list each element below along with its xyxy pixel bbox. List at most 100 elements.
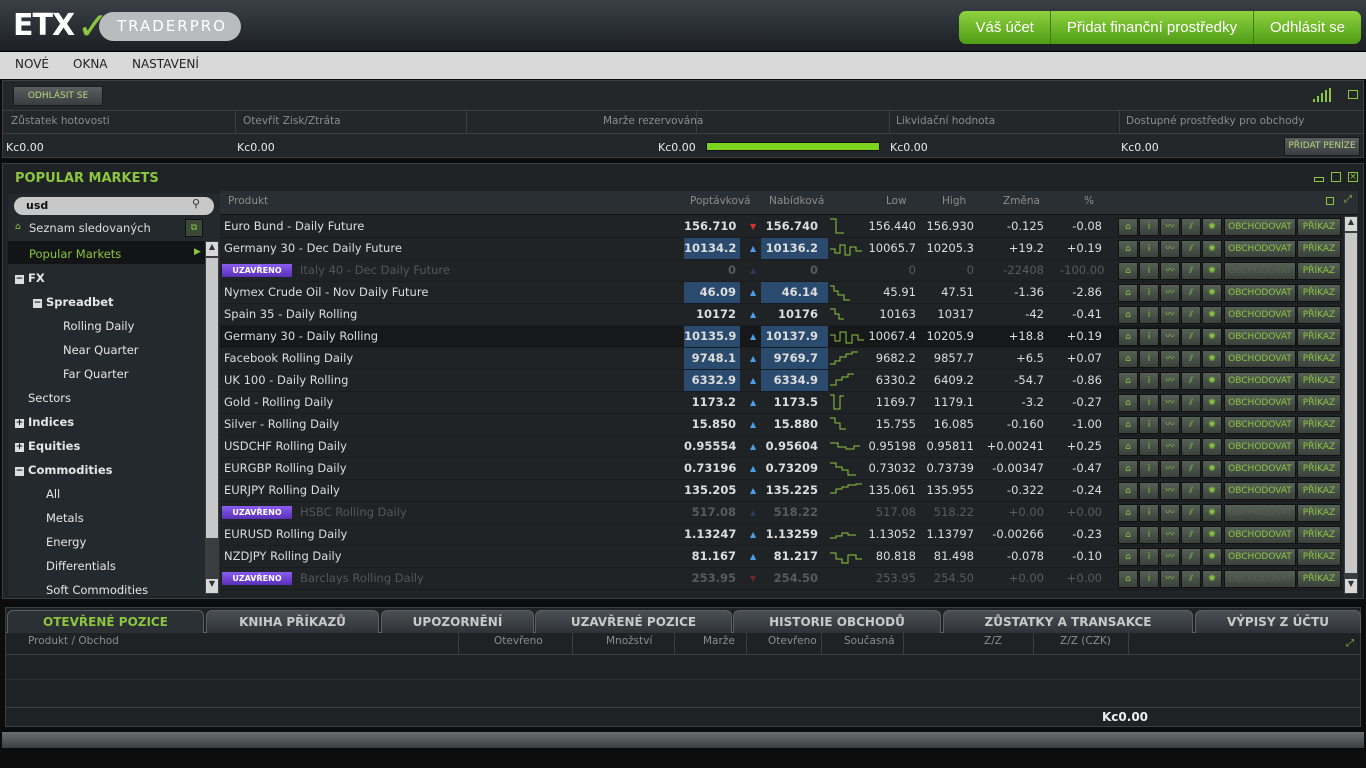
grid-settings-icon[interactable]: [1326, 197, 1334, 205]
ask-price[interactable]: 0.95604: [761, 436, 828, 457]
alert-icon[interactable]: ✺: [1202, 482, 1222, 500]
bid-price[interactable]: 1173.2: [684, 392, 740, 413]
close-panel-icon[interactable]: ×: [1348, 172, 1358, 182]
alert-icon[interactable]: ✺: [1202, 284, 1222, 302]
lock-icon[interactable]: ⌂: [1118, 218, 1138, 236]
tree-item-near-quarter[interactable]: Near Quarter: [63, 343, 139, 357]
menu-settings[interactable]: NASTAVENÍ: [132, 57, 199, 71]
info-icon[interactable]: i: [1139, 284, 1159, 302]
collapse-icon[interactable]: −: [33, 299, 42, 308]
chart-icon[interactable]: 〰: [1160, 438, 1180, 456]
alert-icon[interactable]: ✺: [1202, 372, 1222, 390]
chart-icon[interactable]: 〰: [1160, 548, 1180, 566]
product-name[interactable]: Germany 30 - Dec Daily Future: [224, 238, 402, 259]
lock-icon[interactable]: ⌂: [1118, 548, 1138, 566]
ask-price[interactable]: 10136.2: [761, 238, 828, 259]
grid-scroll-up-icon[interactable]: ▲: [1345, 217, 1357, 231]
order-button[interactable]: PŘÍKAZ: [1297, 548, 1341, 566]
order-button[interactable]: PŘÍKAZ: [1297, 570, 1341, 588]
trade-button[interactable]: OBCHODOVAT: [1224, 372, 1296, 390]
lock-icon[interactable]: ⌂: [1118, 350, 1138, 368]
market-row[interactable]: Germany 30 - Daily Rolling 10135.9 ▲ 10137.…: [220, 326, 1343, 348]
alert-icon[interactable]: ✺: [1202, 416, 1222, 434]
tree-item-energy[interactable]: Energy: [46, 535, 86, 549]
graph-icon[interactable]: ⫽: [1181, 328, 1201, 346]
product-name[interactable]: Germany 30 - Daily Rolling: [224, 326, 378, 347]
col-change[interactable]: Změna: [1003, 191, 1040, 215]
chart-icon[interactable]: 〰: [1160, 240, 1180, 258]
chart-icon[interactable]: 〰: [1160, 218, 1180, 236]
bid-price[interactable]: 15.850: [684, 414, 740, 435]
bid-price[interactable]: 517.08: [684, 502, 740, 523]
tree-item-fx[interactable]: FX: [28, 271, 45, 285]
graph-icon[interactable]: ⫽: [1181, 284, 1201, 302]
ask-price[interactable]: 6334.9: [761, 370, 828, 391]
ask-price[interactable]: 254.50: [761, 568, 828, 589]
bid-price[interactable]: 1.13247: [684, 524, 740, 545]
order-button[interactable]: PŘÍKAZ: [1297, 460, 1341, 478]
product-name[interactable]: Euro Bund - Daily Future: [224, 216, 364, 237]
graph-icon[interactable]: ⫽: [1181, 526, 1201, 544]
ask-price[interactable]: 10137.9: [761, 326, 828, 347]
ask-price[interactable]: 15.880: [761, 414, 828, 435]
bid-price[interactable]: 0.95554: [684, 436, 740, 457]
graph-icon[interactable]: ⫽: [1181, 416, 1201, 434]
info-icon[interactable]: i: [1139, 372, 1159, 390]
product-name[interactable]: USDCHF Rolling Daily: [224, 436, 347, 457]
chart-icon[interactable]: 〰: [1160, 306, 1180, 324]
scroll-down-icon[interactable]: ▼: [206, 579, 218, 593]
lock-icon[interactable]: ⌂: [1118, 504, 1138, 522]
trade-button[interactable]: OBCHODOVAT: [1224, 526, 1296, 544]
market-row[interactable]: Germany 30 - Dec Daily Future 10134.2 ▲ 101…: [220, 238, 1343, 260]
graph-icon[interactable]: ⫽: [1181, 504, 1201, 522]
order-button[interactable]: PŘÍKAZ: [1297, 504, 1341, 522]
order-button[interactable]: PŘÍKAZ: [1297, 218, 1341, 236]
product-name[interactable]: UK 100 - Daily Rolling: [224, 370, 348, 391]
info-icon[interactable]: i: [1139, 460, 1159, 478]
order-button[interactable]: PŘÍKAZ: [1297, 284, 1341, 302]
order-button[interactable]: PŘÍKAZ: [1297, 482, 1341, 500]
ask-price[interactable]: 81.217: [761, 546, 828, 567]
order-button[interactable]: PŘÍKAZ: [1297, 306, 1341, 324]
market-row[interactable]: EURGBP Rolling Daily 0.73196 ▲ 0.73209 0.730…: [220, 458, 1343, 480]
market-row[interactable]: USDCHF Rolling Daily 0.95554 ▲ 0.95604 0.951…: [220, 436, 1343, 458]
trade-button[interactable]: OBCHODOVAT: [1224, 416, 1296, 434]
bid-price[interactable]: 156.710: [684, 216, 740, 237]
product-name[interactable]: Spain 35 - Daily Rolling: [224, 304, 357, 325]
product-name[interactable]: Barclays Rolling Daily: [300, 568, 424, 589]
trade-button[interactable]: OBCHODOVAT: [1224, 284, 1296, 302]
lock-icon[interactable]: ⌂: [1118, 416, 1138, 434]
order-button[interactable]: PŘÍKAZ: [1297, 438, 1341, 456]
bid-price[interactable]: 46.09: [684, 282, 740, 303]
alert-icon[interactable]: ✺: [1202, 394, 1222, 412]
alert-icon[interactable]: ✺: [1202, 526, 1222, 544]
tab-5[interactable]: HISTORIE OBCHODŮ: [733, 610, 941, 633]
market-row[interactable]: EURUSD Rolling Daily 1.13247 ▲ 1.13259 1.130…: [220, 524, 1343, 546]
pos-col-8[interactable]: Z/Z (CZK): [1060, 635, 1111, 647]
tab-1[interactable]: OTEVŘENÉ POZICE: [7, 610, 204, 633]
bid-price[interactable]: 0: [684, 260, 740, 281]
maximize-panel-icon[interactable]: [1331, 172, 1341, 182]
graph-icon[interactable]: ⫽: [1181, 240, 1201, 258]
alert-icon[interactable]: ✺: [1202, 328, 1222, 346]
bid-price[interactable]: 6332.9: [684, 370, 740, 391]
trade-button[interactable]: OBCHODOVAT: [1224, 438, 1296, 456]
bid-price[interactable]: 253.95: [684, 568, 740, 589]
product-name[interactable]: HSBC Rolling Daily: [300, 502, 407, 523]
trade-button[interactable]: OBCHODOVAT: [1224, 394, 1296, 412]
market-row[interactable]: Gold - Rolling Daily 1173.2 ▲ 1173.5 1169.7 1…: [220, 392, 1343, 414]
chart-icon[interactable]: 〰: [1160, 504, 1180, 522]
trade-button[interactable]: OBCHODOVAT: [1224, 262, 1296, 280]
tab-3[interactable]: UPOZORNĚNÍ: [381, 610, 534, 633]
lock-icon[interactable]: ⌂: [1118, 526, 1138, 544]
col-pct[interactable]: %: [1084, 191, 1094, 215]
sidebar-scrollbar[interactable]: ▲ ▼: [205, 241, 219, 594]
col-bid[interactable]: Poptávková: [690, 191, 751, 215]
trade-button[interactable]: OBCHODOVAT: [1224, 218, 1296, 236]
graph-icon[interactable]: ⫽: [1181, 306, 1201, 324]
info-icon[interactable]: i: [1139, 306, 1159, 324]
lock-icon[interactable]: ⌂: [1118, 372, 1138, 390]
menu-windows[interactable]: OKNA: [73, 57, 108, 71]
tab-7[interactable]: VÝPISY Z ÚČTU: [1195, 610, 1361, 633]
chart-icon[interactable]: 〰: [1160, 372, 1180, 390]
